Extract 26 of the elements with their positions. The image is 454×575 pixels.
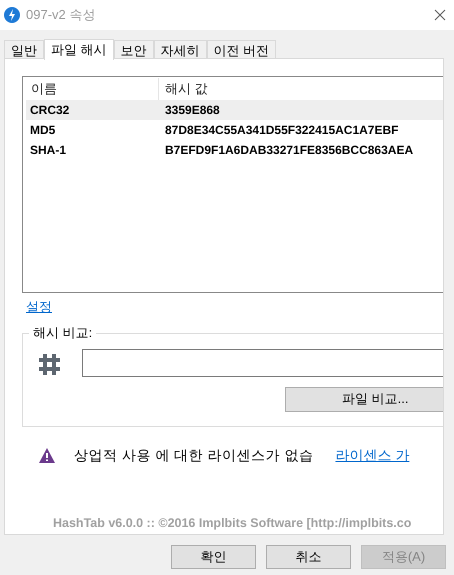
window-title: 097-v2 속성: [26, 6, 96, 24]
close-icon[interactable]: [434, 9, 446, 21]
table-cell-text: CRC32: [29, 102, 70, 119]
settings-link[interactable]: 설정: [26, 297, 52, 316]
tab[interactable]: 일반: [4, 40, 44, 59]
table-cell-text: B7EFD9F1A6DAB33271FE8356BCC863AEA: [164, 142, 414, 159]
hash-input-field[interactable]: [82, 348, 443, 376]
dialog-button[interactable]: 취소: [266, 545, 351, 569]
tab[interactable]: 자세히: [154, 40, 207, 59]
column-header[interactable]: 해시 값: [159, 79, 208, 99]
tab[interactable]: 파일 해시: [44, 39, 114, 60]
footer-text: HashTab v6.0.0 :: ©2016 Implbits Software [http://implbits.co: [53, 515, 412, 532]
warning-icon: [39, 448, 55, 462]
license-link[interactable]: 라이센스 가: [335, 444, 410, 466]
tab[interactable]: 이전 버전: [206, 40, 276, 59]
app-icon: [4, 7, 20, 23]
license-notice: 상업적 사용 에 대한 라이센스가 없습: [74, 446, 314, 464]
compare-button[interactable]: 파일 비교...: [285, 386, 443, 412]
table-cell-text: MD5: [29, 122, 56, 139]
hash-row[interactable]: CRC32 3359E868: [26, 100, 443, 120]
dialog-button[interactable]: 확인: [171, 545, 256, 569]
hash-icon: [38, 352, 61, 376]
table-cell-text: SHA-1: [29, 142, 68, 159]
table-cell-text: 3359E868: [164, 102, 220, 119]
tab[interactable]: 보안: [114, 40, 154, 59]
table-cell-text: 87D8E34C55A341D55F322415AC1A7EBF: [164, 122, 398, 139]
